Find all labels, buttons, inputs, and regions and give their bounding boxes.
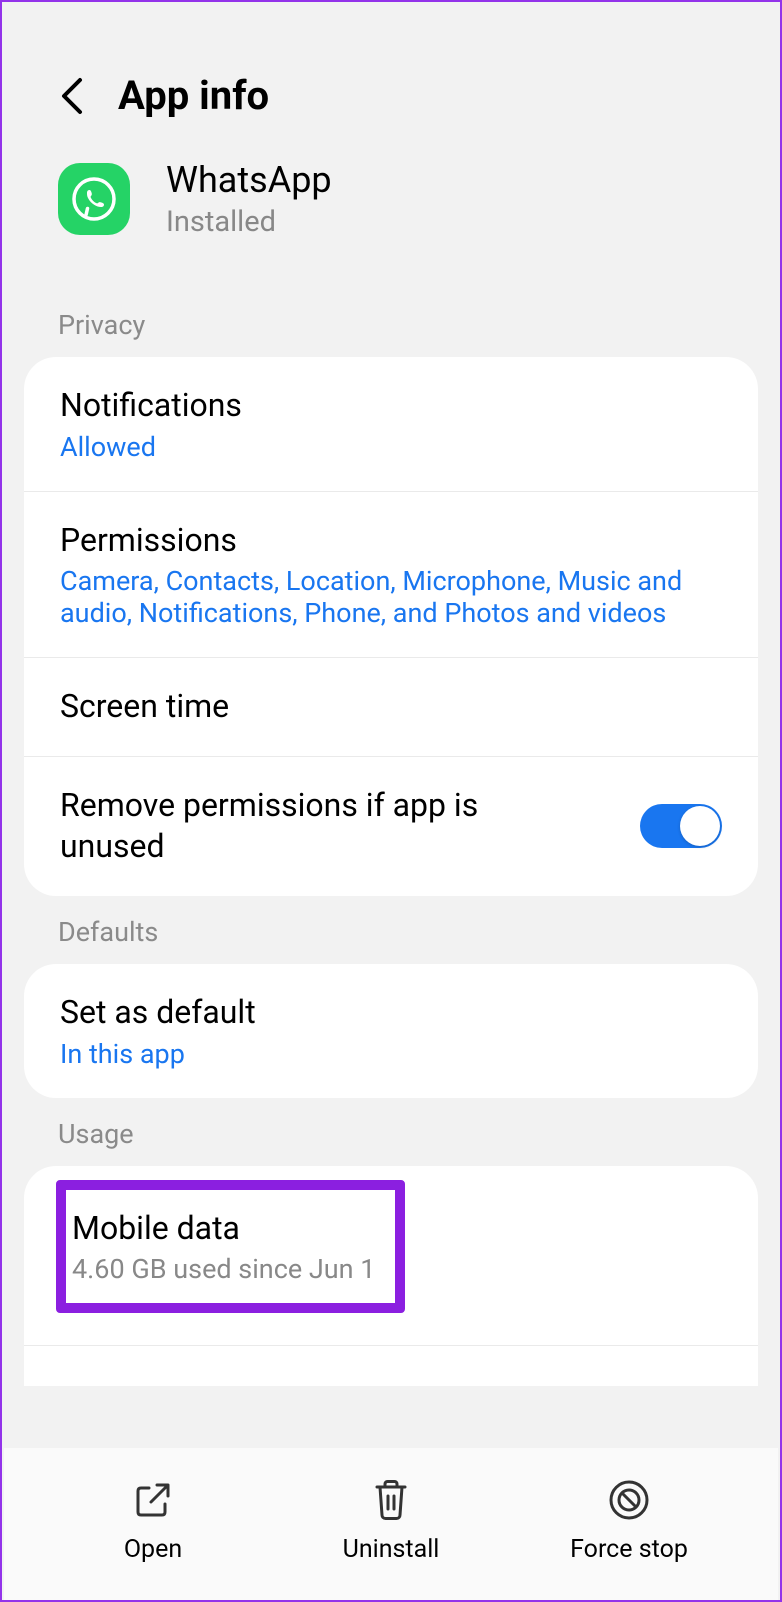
screen-time-row[interactable]: Screen time bbox=[24, 658, 758, 757]
notifications-row[interactable]: Notifications Allowed bbox=[24, 357, 758, 492]
section-header-defaults: Defaults bbox=[2, 896, 780, 964]
trash-icon bbox=[370, 1477, 412, 1523]
section-header-usage: Usage bbox=[2, 1098, 780, 1166]
screen-time-title: Screen time bbox=[60, 686, 722, 728]
notifications-sub: Allowed bbox=[60, 431, 722, 463]
open-button[interactable]: Open bbox=[34, 1477, 272, 1564]
page-title: App info bbox=[118, 72, 269, 119]
usage-card: Mobile data 4.60 GB used since Jun 1 bbox=[24, 1166, 758, 1387]
prohibit-icon bbox=[607, 1477, 651, 1523]
permissions-title: Permissions bbox=[60, 520, 722, 562]
remove-permissions-row[interactable]: Remove permissions if app is unused bbox=[24, 757, 758, 896]
uninstall-button[interactable]: Uninstall bbox=[272, 1477, 510, 1564]
set-default-row[interactable]: Set as default In this app bbox=[24, 964, 758, 1098]
permissions-row[interactable]: Permissions Camera, Contacts, Location, … bbox=[24, 492, 758, 659]
app-name: WhatsApp bbox=[166, 159, 332, 201]
open-icon bbox=[132, 1477, 174, 1523]
mobile-data-sub: 4.60 GB used since Jun 1 bbox=[72, 1253, 375, 1285]
back-button[interactable] bbox=[58, 76, 84, 116]
privacy-card: Notifications Allowed Permissions Camera… bbox=[24, 357, 758, 896]
toggle-knob bbox=[680, 806, 720, 846]
set-default-sub: In this app bbox=[60, 1038, 722, 1070]
mobile-data-row[interactable]: Mobile data 4.60 GB used since Jun 1 bbox=[24, 1166, 758, 1347]
highlight-annotation: Mobile data 4.60 GB used since Jun 1 bbox=[56, 1180, 405, 1314]
remove-permissions-title: Remove permissions if app is unused bbox=[60, 785, 580, 868]
notifications-title: Notifications bbox=[60, 385, 722, 427]
app-status: Installed bbox=[166, 205, 332, 239]
remove-permissions-toggle[interactable] bbox=[640, 804, 722, 848]
open-label: Open bbox=[124, 1535, 182, 1564]
chevron-left-icon bbox=[58, 76, 84, 116]
section-header-privacy: Privacy bbox=[2, 289, 780, 357]
defaults-card: Set as default In this app bbox=[24, 964, 758, 1098]
bottom-action-bar: Open Uninstall Force stop bbox=[4, 1448, 778, 1600]
force-stop-button[interactable]: Force stop bbox=[510, 1477, 748, 1564]
uninstall-label: Uninstall bbox=[343, 1535, 440, 1564]
page-header: App info bbox=[2, 2, 780, 159]
whatsapp-icon bbox=[58, 163, 130, 235]
permissions-sub: Camera, Contacts, Location, Microphone, … bbox=[60, 565, 722, 629]
set-default-title: Set as default bbox=[60, 992, 722, 1034]
app-header-row: WhatsApp Installed bbox=[2, 159, 780, 289]
force-stop-label: Force stop bbox=[570, 1535, 688, 1564]
mobile-data-title: Mobile data bbox=[72, 1208, 375, 1250]
